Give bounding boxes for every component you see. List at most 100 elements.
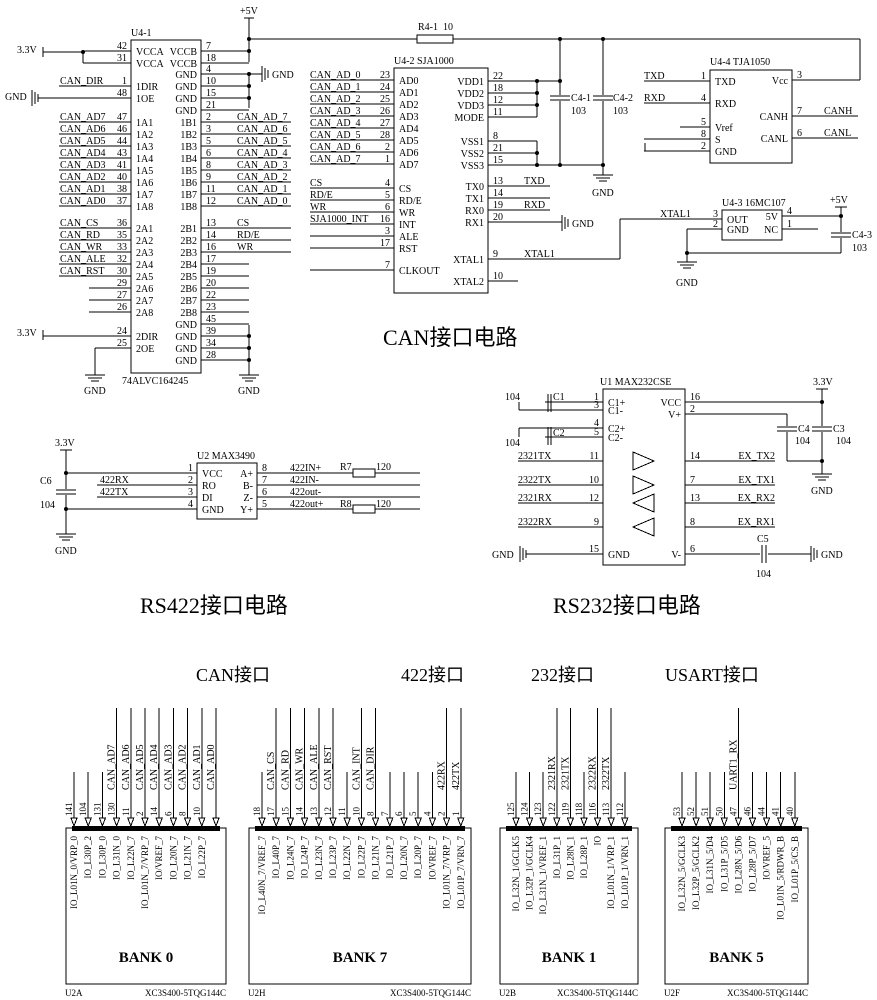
schematic-canvas: U4-1 74ALVC164245 42VCCA31VCCA11DIRCAN_D… <box>5 6 872 998</box>
pin-name: 2B8 <box>180 308 197 319</box>
pin-number: 2 <box>701 141 706 152</box>
pin-name: RO <box>202 481 216 492</box>
ground-symbol <box>239 374 259 382</box>
net-label: CAN_AD7 <box>60 112 106 123</box>
pin-number: 1 <box>122 76 127 87</box>
pin-name: 1A6 <box>136 178 153 189</box>
pin-number: 130 <box>107 802 117 816</box>
net-label: CAN_AD_4 <box>310 118 361 129</box>
pin-number: 7 <box>690 475 695 486</box>
pin-number: 26 <box>117 302 127 313</box>
pin-name: AD3 <box>399 112 418 123</box>
net-label: EX_RX1 <box>738 517 775 528</box>
pin-name: AD1 <box>399 88 418 99</box>
gnd-label: GND <box>592 188 614 199</box>
net-label: 2321TX <box>560 756 571 790</box>
pin-number: 8 <box>493 131 498 142</box>
pin-name: TX1 <box>466 194 484 205</box>
gnd-label: GND <box>5 92 27 103</box>
pin-arrow-icon <box>692 817 700 828</box>
pin-number: 11 <box>493 107 503 118</box>
junction <box>247 37 251 41</box>
pin-name: 1A3 <box>136 142 153 153</box>
pin-number: 8 <box>206 160 211 171</box>
u4-1-5v-label: +5V <box>240 6 259 17</box>
pin-number: 112 <box>615 803 625 816</box>
pin-number: 10 <box>493 271 503 282</box>
pin-name: AD4 <box>399 124 418 135</box>
pin-number: 6 <box>394 811 404 816</box>
pin-name: VSS3 <box>461 161 484 172</box>
pin-name: 2B2 <box>180 236 197 247</box>
pin-name: GND <box>175 106 197 117</box>
junction <box>535 79 539 83</box>
pin-name: IO_L31P_5/D5 <box>719 836 729 892</box>
pin-name: 2A8 <box>136 308 153 319</box>
pin-name: VSS1 <box>461 137 484 148</box>
pin-number: 9 <box>493 249 498 260</box>
pin-arrow-icon <box>734 817 743 828</box>
pin-number: 25 <box>380 94 390 105</box>
pin-name: IO_L32N_1/GCLK5 <box>511 836 521 912</box>
pin-name: 1B2 <box>180 130 197 141</box>
gnd-label: GND <box>676 278 698 289</box>
pin-name: 2A5 <box>136 272 153 283</box>
pin-name: GND <box>175 344 197 355</box>
pin-number: 34 <box>206 338 216 349</box>
pin-name: A+ <box>240 469 253 480</box>
pin-number: 8 <box>178 811 188 816</box>
c6-ref: C6 <box>40 476 52 487</box>
pin-number: 23 <box>380 70 390 81</box>
pin-number: 37 <box>117 196 127 207</box>
pin-name: VCCA <box>136 47 165 58</box>
junction <box>685 251 689 255</box>
net-label: RD/E <box>310 190 333 201</box>
pin-number: 15 <box>493 155 503 166</box>
pin-name: RST <box>399 244 417 255</box>
pin-arrow-icon <box>198 817 206 828</box>
c4-3-value: 103 <box>852 243 867 254</box>
pin-number: 7 <box>797 106 802 117</box>
bank-label: BANK 5 <box>709 950 764 966</box>
net-label: CAN_AD_7 <box>310 154 361 165</box>
net-label: CAN_AD_2 <box>310 94 361 105</box>
c4-1-ref: C4-1 <box>571 93 591 104</box>
net-label: CAN_CS <box>266 752 277 790</box>
pin-number: 35 <box>117 230 127 241</box>
pin-name: 1B8 <box>180 202 197 213</box>
bank-part: XC3S400-5TQG144C <box>557 988 638 998</box>
bank-bank-5: BANK 5 U2F XC3S400-5TQG144C 53 IO_L32N_5/GCL… <box>664 708 809 998</box>
net-label: CAN_AD_2 <box>237 172 288 183</box>
pin-name: GND <box>727 225 749 236</box>
pin-number: 7 <box>385 260 390 271</box>
pin-number: 7 <box>380 811 390 816</box>
pin-name: CS <box>399 184 411 195</box>
gnd-label: GND <box>811 486 833 497</box>
pin-number: 5 <box>701 117 706 128</box>
pin-name: VDD2 <box>457 89 484 100</box>
pin-number: 5 <box>206 136 211 147</box>
net-label: CAN_AD0 <box>206 744 217 790</box>
pin-name: TXD <box>715 77 736 88</box>
c3-value: 104 <box>836 436 851 447</box>
junction <box>247 358 251 362</box>
pin-name: 2A2 <box>136 236 153 247</box>
pin-number: 20 <box>206 278 216 289</box>
pin-number: 1 <box>701 71 706 82</box>
net-label: CAN_AD_6 <box>237 124 288 135</box>
pin-name: 2B1 <box>180 224 197 235</box>
pin-name: VCC <box>660 398 681 409</box>
net-label: 2322RX <box>518 517 553 528</box>
pin-number: 19 <box>206 266 216 277</box>
net-label: UART1_RX <box>728 739 739 790</box>
pin-name: AD7 <box>399 160 418 171</box>
pin-arrow-icon <box>84 817 92 828</box>
junction <box>247 49 251 53</box>
pin-number: 24 <box>117 326 127 337</box>
pin-arrow-icon <box>748 817 757 828</box>
pin-name: TX0 <box>466 182 484 193</box>
pin-name: RXD <box>715 99 736 110</box>
pin-name: 2A4 <box>136 260 153 271</box>
pin-name: IO_L21N_7 <box>371 836 381 880</box>
pin-number: 13 <box>690 493 700 504</box>
